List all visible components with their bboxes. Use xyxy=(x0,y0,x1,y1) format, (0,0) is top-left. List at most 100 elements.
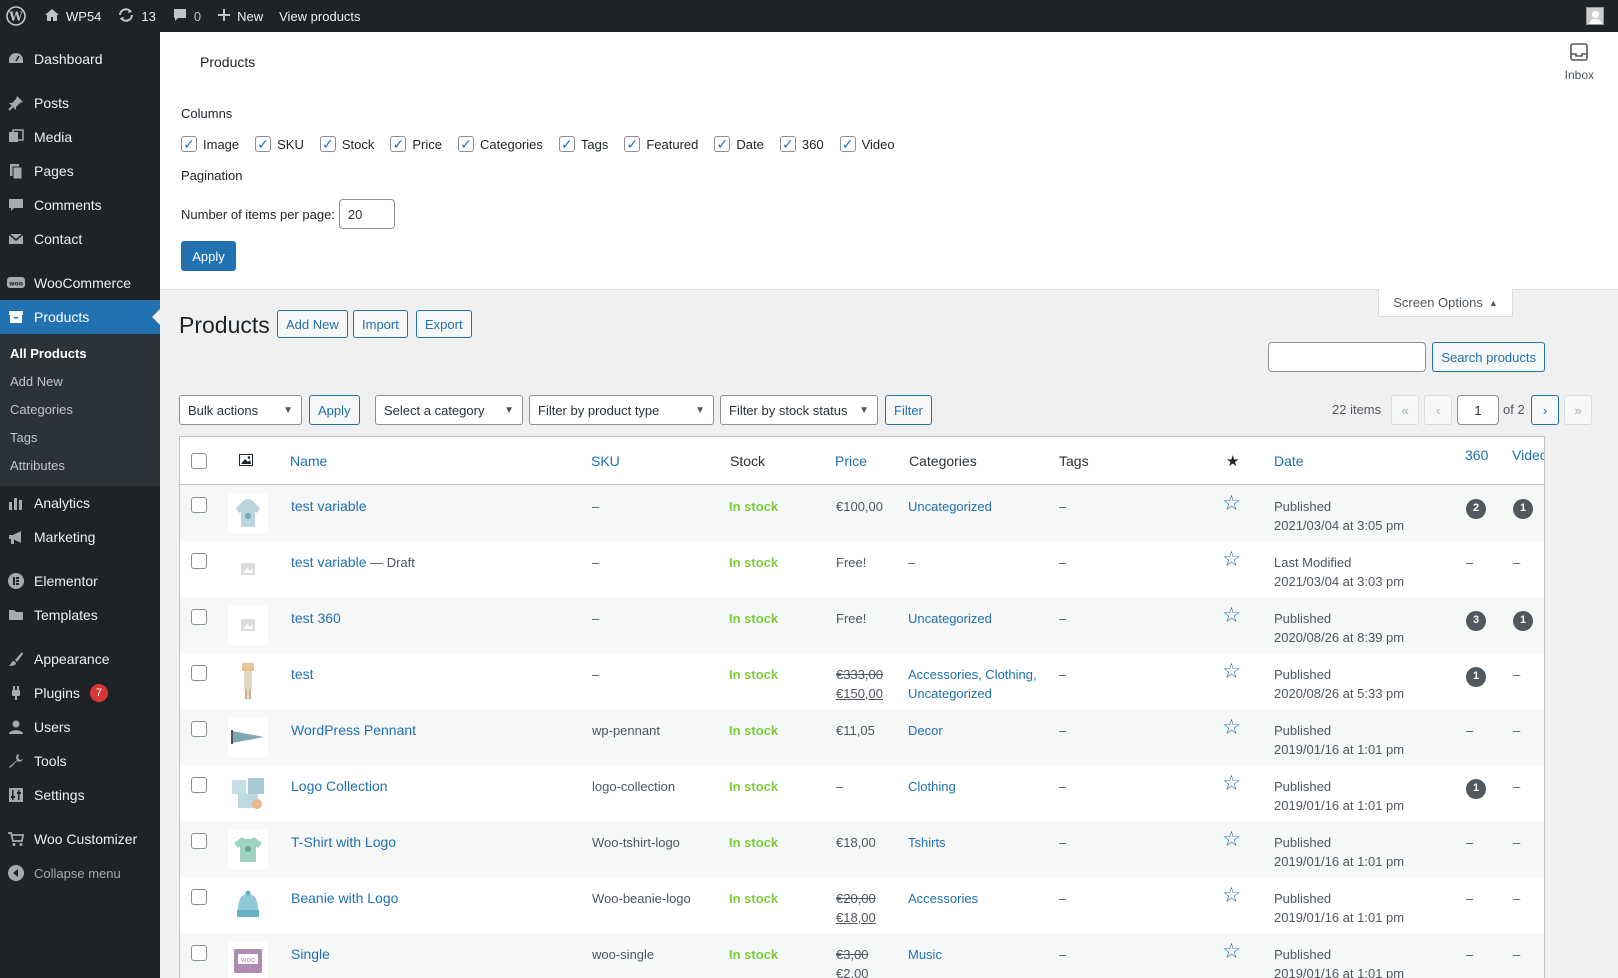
checkbox[interactable] xyxy=(714,136,731,152)
categories-link[interactable]: Decor xyxy=(908,721,943,740)
menu-woo-customizer[interactable]: Woo Customizer xyxy=(0,822,160,856)
checkbox[interactable] xyxy=(191,453,207,469)
screen-options-apply-button[interactable]: Apply xyxy=(181,241,236,271)
checkbox[interactable] xyxy=(390,136,407,152)
row-checkbox[interactable] xyxy=(191,497,207,513)
categories-link[interactable]: Tshirts xyxy=(908,833,946,852)
product-thumbnail[interactable]: woo xyxy=(228,941,268,978)
product-thumbnail[interactable] xyxy=(228,717,268,757)
menu-appearance[interactable]: Appearance xyxy=(0,642,160,676)
menu-settings[interactable]: Settings xyxy=(0,778,160,812)
row-checkbox[interactable] xyxy=(191,833,207,849)
user-avatar[interactable] xyxy=(1586,7,1604,25)
product-name[interactable]: Single xyxy=(291,945,330,964)
product-name-link[interactable]: Beanie with Logo xyxy=(291,890,398,906)
menu-comments[interactable]: Comments xyxy=(0,188,160,222)
menu-users[interactable]: Users xyxy=(0,710,160,744)
submenu-add-new[interactable]: Add New xyxy=(0,368,160,396)
menu-collapse[interactable]: Collapse menu xyxy=(0,856,160,890)
column-toggle-featured[interactable]: Featured xyxy=(624,136,698,152)
search-products-button[interactable]: Search products xyxy=(1432,342,1545,372)
prev-page-button[interactable]: ‹ xyxy=(1424,395,1452,425)
product-name-link[interactable]: WordPress Pennant xyxy=(291,722,416,738)
menu-elementor[interactable]: Elementor xyxy=(0,564,160,598)
featured-star-icon[interactable]: ☆ xyxy=(1222,715,1241,740)
menu-plugins[interactable]: Plugins 7 xyxy=(0,676,160,710)
product-name[interactable]: Logo Collection xyxy=(291,777,388,796)
bulk-apply-button[interactable]: Apply xyxy=(309,395,360,425)
video-column-header[interactable]: Video xyxy=(1512,437,1544,479)
row-checkbox[interactable] xyxy=(191,889,207,905)
product-name[interactable]: WordPress Pennant xyxy=(291,721,416,740)
view-products-link[interactable]: View products xyxy=(271,0,368,32)
categories-link[interactable]: Music xyxy=(908,945,942,964)
row-checkbox[interactable] xyxy=(191,609,207,625)
product-name[interactable]: test variable — Draft xyxy=(291,553,415,572)
menu-dashboard[interactable]: Dashboard xyxy=(0,42,160,76)
checkbox[interactable] xyxy=(181,136,197,152)
product-name[interactable]: T-Shirt with Logo xyxy=(291,833,396,852)
product-thumbnail[interactable] xyxy=(228,605,268,645)
checkbox[interactable] xyxy=(319,136,336,152)
menu-analytics[interactable]: Analytics xyxy=(0,486,160,520)
checkbox[interactable] xyxy=(779,136,796,152)
product-thumbnail[interactable] xyxy=(228,885,268,925)
product-thumbnail[interactable] xyxy=(228,773,268,813)
row-checkbox[interactable] xyxy=(191,777,207,793)
search-input[interactable] xyxy=(1268,342,1427,372)
checkbox[interactable] xyxy=(255,136,272,152)
column-toggle-stock[interactable]: Stock xyxy=(319,136,374,152)
column-toggle-categories[interactable]: Categories xyxy=(458,136,543,152)
product-name-link[interactable]: Single xyxy=(291,946,330,962)
360-column-header[interactable]: 360 xyxy=(1465,437,1488,479)
featured-star-icon[interactable]: ☆ xyxy=(1222,771,1241,796)
sku-column-header[interactable]: SKU xyxy=(591,437,620,485)
column-toggle-360[interactable]: 360 xyxy=(779,136,824,152)
product-name[interactable]: test xyxy=(291,665,314,684)
categories-link[interactable]: Clothing xyxy=(908,777,956,796)
last-page-button[interactable]: » xyxy=(1564,395,1592,425)
product-name-link[interactable]: Logo Collection xyxy=(291,778,388,794)
row-checkbox[interactable] xyxy=(191,665,207,681)
product-thumbnail[interactable] xyxy=(228,549,268,589)
featured-star-icon[interactable]: ☆ xyxy=(1222,827,1241,852)
product-type-select[interactable]: Filter by product type ▼ xyxy=(529,395,714,425)
column-toggle-sku[interactable]: SKU xyxy=(255,136,304,152)
product-name-link[interactable]: test xyxy=(291,666,314,682)
product-thumbnail[interactable] xyxy=(228,829,268,869)
featured-star-icon[interactable]: ☆ xyxy=(1222,883,1241,908)
row-checkbox[interactable] xyxy=(191,553,207,569)
submenu-tags[interactable]: Tags xyxy=(0,424,160,452)
name-column-header[interactable]: Name xyxy=(290,437,327,485)
price-column-header[interactable]: Price xyxy=(835,437,867,485)
row-checkbox[interactable] xyxy=(191,945,207,961)
select-all-checkbox[interactable] xyxy=(191,437,207,485)
menu-templates[interactable]: Templates xyxy=(0,598,160,632)
submenu-categories[interactable]: Categories xyxy=(0,396,160,424)
comments-link[interactable]: 0 xyxy=(164,0,209,32)
import-button[interactable]: Import xyxy=(353,310,408,338)
categories-link[interactable]: Uncategorized xyxy=(908,609,992,628)
menu-pages[interactable]: Pages xyxy=(0,154,160,188)
menu-marketing[interactable]: Marketing xyxy=(0,520,160,554)
next-page-button[interactable]: › xyxy=(1531,395,1559,425)
column-toggle-price[interactable]: Price xyxy=(390,136,442,152)
export-button[interactable]: Export xyxy=(416,310,472,338)
product-thumbnail[interactable] xyxy=(228,493,268,533)
product-name[interactable]: test 360 xyxy=(291,609,341,628)
column-toggle-video[interactable]: Video xyxy=(839,136,895,152)
checkbox[interactable] xyxy=(839,136,856,152)
product-name-link[interactable]: test variable xyxy=(291,554,366,570)
row-checkbox[interactable] xyxy=(191,721,207,737)
site-name-link[interactable]: WP54 xyxy=(36,0,109,32)
current-page-input[interactable]: 1 xyxy=(1457,395,1499,425)
categories-link[interactable]: Uncategorized xyxy=(908,497,992,516)
checkbox[interactable] xyxy=(624,136,641,152)
categories-link[interactable]: Uncategorized xyxy=(908,684,1037,703)
featured-star-icon[interactable]: ☆ xyxy=(1222,939,1241,964)
menu-products[interactable]: Products xyxy=(0,300,160,334)
product-name-link[interactable]: test 360 xyxy=(291,610,341,626)
featured-star-icon[interactable]: ☆ xyxy=(1222,603,1241,628)
date-column-header[interactable]: Date xyxy=(1274,437,1304,485)
inbox-button[interactable]: Inbox xyxy=(1565,42,1594,82)
